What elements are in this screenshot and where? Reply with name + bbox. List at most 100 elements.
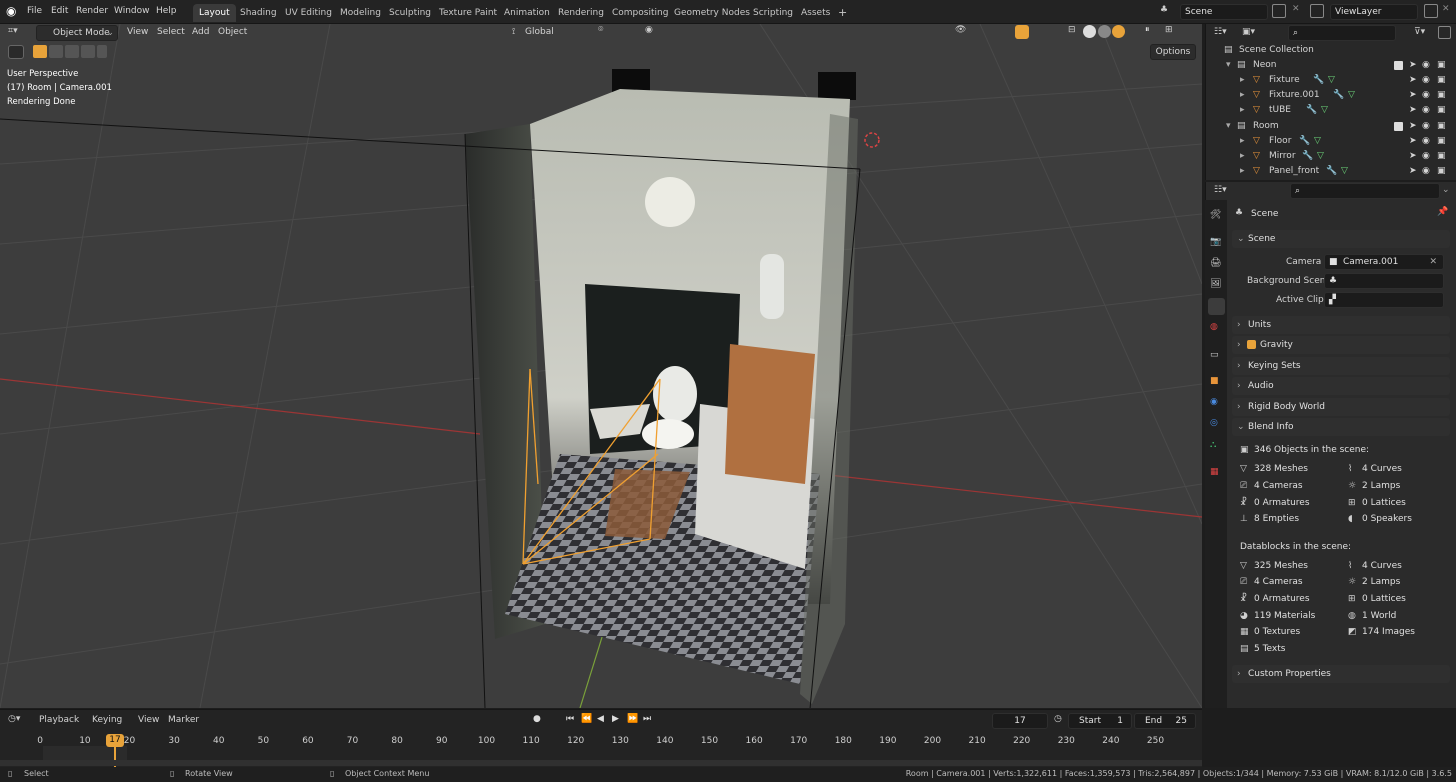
- units-panel-header[interactable]: › Units: [1232, 316, 1450, 334]
- expand-arrow-icon[interactable]: ▸: [1240, 134, 1245, 149]
- jump-start-icon[interactable]: ⏮: [566, 714, 574, 724]
- viewport-menu-view[interactable]: View: [127, 27, 148, 37]
- select-cursor-icon[interactable]: ➤: [1409, 58, 1417, 73]
- menu-edit[interactable]: Edit: [51, 6, 68, 16]
- camera-render-icon[interactable]: ▣: [1437, 73, 1446, 88]
- mode-selector[interactable]: Object Mode ⌄: [36, 25, 118, 41]
- editor-type-icon[interactable]: ⌗▾: [8, 26, 18, 36]
- chevron-down-icon[interactable]: ⌄: [1442, 185, 1450, 195]
- gravity-panel-header[interactable]: › Gravity: [1232, 336, 1450, 354]
- add-workspace-button[interactable]: +: [832, 4, 853, 22]
- world-tab-icon[interactable]: ◍: [1210, 322, 1218, 332]
- data-tab-icon[interactable]: ⛬: [1210, 440, 1216, 450]
- pause-render-icon[interactable]: ⏸: [1145, 25, 1150, 35]
- play-reverse-icon[interactable]: ◀: [597, 714, 604, 724]
- outliner-row[interactable]: ▾ ▤ Neon ➤ ◉ ▣: [1206, 58, 1456, 73]
- menu-help[interactable]: Help: [156, 6, 177, 16]
- timeline-menu-keying[interactable]: Keying: [92, 715, 122, 725]
- rigid-body-world-panel-header[interactable]: › Rigid Body World: [1232, 398, 1450, 416]
- menu-render[interactable]: Render: [76, 6, 108, 16]
- select-cursor-icon[interactable]: ➤: [1409, 149, 1417, 164]
- tab-sculpting[interactable]: Sculpting: [383, 4, 437, 22]
- viewlayer-selector[interactable]: ViewLayer: [1330, 4, 1418, 20]
- blend-info-panel-header[interactable]: ⌄ Blend Info: [1232, 418, 1450, 436]
- outliner-row[interactable]: ▸ ▽ Mirror 🔧 ▽ ➤ ◉ ▣: [1206, 149, 1456, 164]
- tab-rendering[interactable]: Rendering: [552, 4, 610, 22]
- shading-rendered-icon[interactable]: [1112, 25, 1125, 38]
- viewport-menu-object[interactable]: Object: [218, 27, 247, 37]
- jump-end-icon[interactable]: ⏭: [643, 714, 651, 724]
- scene-panel-header[interactable]: ⌄ Scene: [1232, 230, 1450, 248]
- outliner-row[interactable]: ▸ ▽ Floor 🔧 ▽ ➤ ◉ ▣: [1206, 134, 1456, 149]
- tab-scripting[interactable]: Scripting: [747, 4, 799, 22]
- outliner-row[interactable]: ▸ ▽ Fixture.001 🔧 ▽ ➤ ◉ ▣: [1206, 88, 1456, 103]
- gravity-checkbox[interactable]: [1247, 340, 1256, 349]
- visibility-icon[interactable]: 👁: [955, 25, 966, 35]
- background-scene-field[interactable]: ♣: [1324, 273, 1444, 289]
- select-cursor-icon[interactable]: ➤: [1409, 164, 1417, 179]
- outliner-search-input[interactable]: ⌕: [1288, 25, 1396, 41]
- scene-selector[interactable]: Scene: [1180, 4, 1268, 20]
- scene-icon[interactable]: ♣: [1160, 5, 1168, 15]
- tab-shading[interactable]: Shading: [234, 4, 283, 22]
- select-new-icon[interactable]: [33, 45, 47, 58]
- shading-solid-icon[interactable]: [1083, 25, 1096, 38]
- clock-icon[interactable]: ◷: [1054, 714, 1062, 724]
- outliner-row[interactable]: ▤ Scene Collection: [1206, 43, 1456, 58]
- expand-arrow-icon[interactable]: ▸: [1240, 149, 1245, 164]
- blender-logo-icon[interactable]: ◉: [6, 4, 16, 18]
- eye-icon[interactable]: ◉: [1422, 134, 1430, 149]
- jump-keyframe-back-icon[interactable]: ⏪: [581, 714, 592, 724]
- audio-panel-header[interactable]: › Audio: [1232, 377, 1450, 395]
- tab-layout[interactable]: Layout: [193, 4, 236, 22]
- tool-tab-icon[interactable]: 🛠: [1210, 210, 1221, 220]
- expand-arrow-icon[interactable]: ▾: [1226, 58, 1231, 73]
- proportional-edit-icon[interactable]: ◉: [645, 25, 653, 35]
- remove-scene-icon[interactable]: ✕: [1292, 4, 1300, 14]
- eye-icon[interactable]: ◉: [1422, 103, 1430, 118]
- expand-arrow-icon[interactable]: ▸: [1240, 73, 1245, 88]
- timeline-menu-marker[interactable]: Marker: [168, 715, 199, 725]
- eye-icon[interactable]: ◉: [1422, 164, 1430, 179]
- outliner-row[interactable]: ▾ ▤ Room ➤ ◉ ▣: [1206, 119, 1456, 134]
- active-clip-field[interactable]: ▞: [1324, 292, 1444, 308]
- orientation-selector[interactable]: Global: [525, 27, 554, 37]
- keying-sets-panel-header[interactable]: › Keying Sets: [1232, 357, 1450, 375]
- timeline-menu-playback[interactable]: Playback: [39, 715, 79, 725]
- current-frame-field[interactable]: 17: [992, 713, 1048, 729]
- timeline-menu-view[interactable]: View: [138, 715, 159, 725]
- output-tab-icon[interactable]: 🖨: [1210, 258, 1221, 268]
- view-layer-tab-icon[interactable]: 🖼: [1210, 279, 1221, 289]
- eye-icon[interactable]: ◉: [1422, 119, 1430, 134]
- select-cursor-icon[interactable]: ➤: [1409, 119, 1417, 134]
- object-tab-icon[interactable]: ■: [1210, 376, 1219, 386]
- camera-render-icon[interactable]: ▣: [1437, 149, 1446, 164]
- physics-tab-icon[interactable]: ◉: [1210, 397, 1218, 407]
- eye-icon[interactable]: ◉: [1422, 88, 1430, 103]
- menu-file[interactable]: File: [27, 6, 42, 16]
- timeline-editor-icon[interactable]: ◷▾: [8, 714, 20, 724]
- select-cursor-icon[interactable]: ➤: [1409, 103, 1417, 118]
- remove-viewlayer-icon[interactable]: ✕: [1442, 4, 1450, 14]
- pin-icon[interactable]: 📌: [1437, 207, 1448, 217]
- camera-render-icon[interactable]: ▣: [1437, 88, 1446, 103]
- select-cursor-icon[interactable]: ➤: [1409, 73, 1417, 88]
- menu-window[interactable]: Window: [114, 6, 150, 16]
- end-frame-field[interactable]: End 25: [1134, 713, 1196, 729]
- outliner-row[interactable]: ▸ ▽ tUBE 🔧 ▽ ➤ ◉ ▣: [1206, 103, 1456, 118]
- viewport-menu-select[interactable]: Select: [157, 27, 185, 37]
- outliner-editor-icon[interactable]: ☷▾: [1214, 27, 1227, 37]
- camera-render-icon[interactable]: ▣: [1437, 134, 1446, 149]
- properties-search-input[interactable]: ⌕: [1290, 183, 1440, 199]
- select-subtract-icon[interactable]: [65, 45, 79, 58]
- gizmo-icon[interactable]: ⊞: [1165, 25, 1173, 35]
- tab-uv-editing[interactable]: UV Editing: [279, 4, 338, 22]
- constraints-tab-icon[interactable]: ◎: [1210, 418, 1218, 428]
- texture-tab-icon[interactable]: ▦: [1210, 467, 1219, 477]
- start-frame-field[interactable]: Start 1: [1068, 713, 1132, 729]
- 3d-viewport[interactable]: User Perspective (17) Room | Camera.001 …: [0, 24, 1202, 708]
- xray-icon[interactable]: ⊟: [1068, 25, 1076, 35]
- camera-field[interactable]: ■ Camera.001 ✕: [1324, 254, 1444, 270]
- outliner-row[interactable]: ▸ ▽ Fixture 🔧 ▽ ➤ ◉ ▣: [1206, 73, 1456, 88]
- new-collection-icon[interactable]: [1438, 26, 1451, 39]
